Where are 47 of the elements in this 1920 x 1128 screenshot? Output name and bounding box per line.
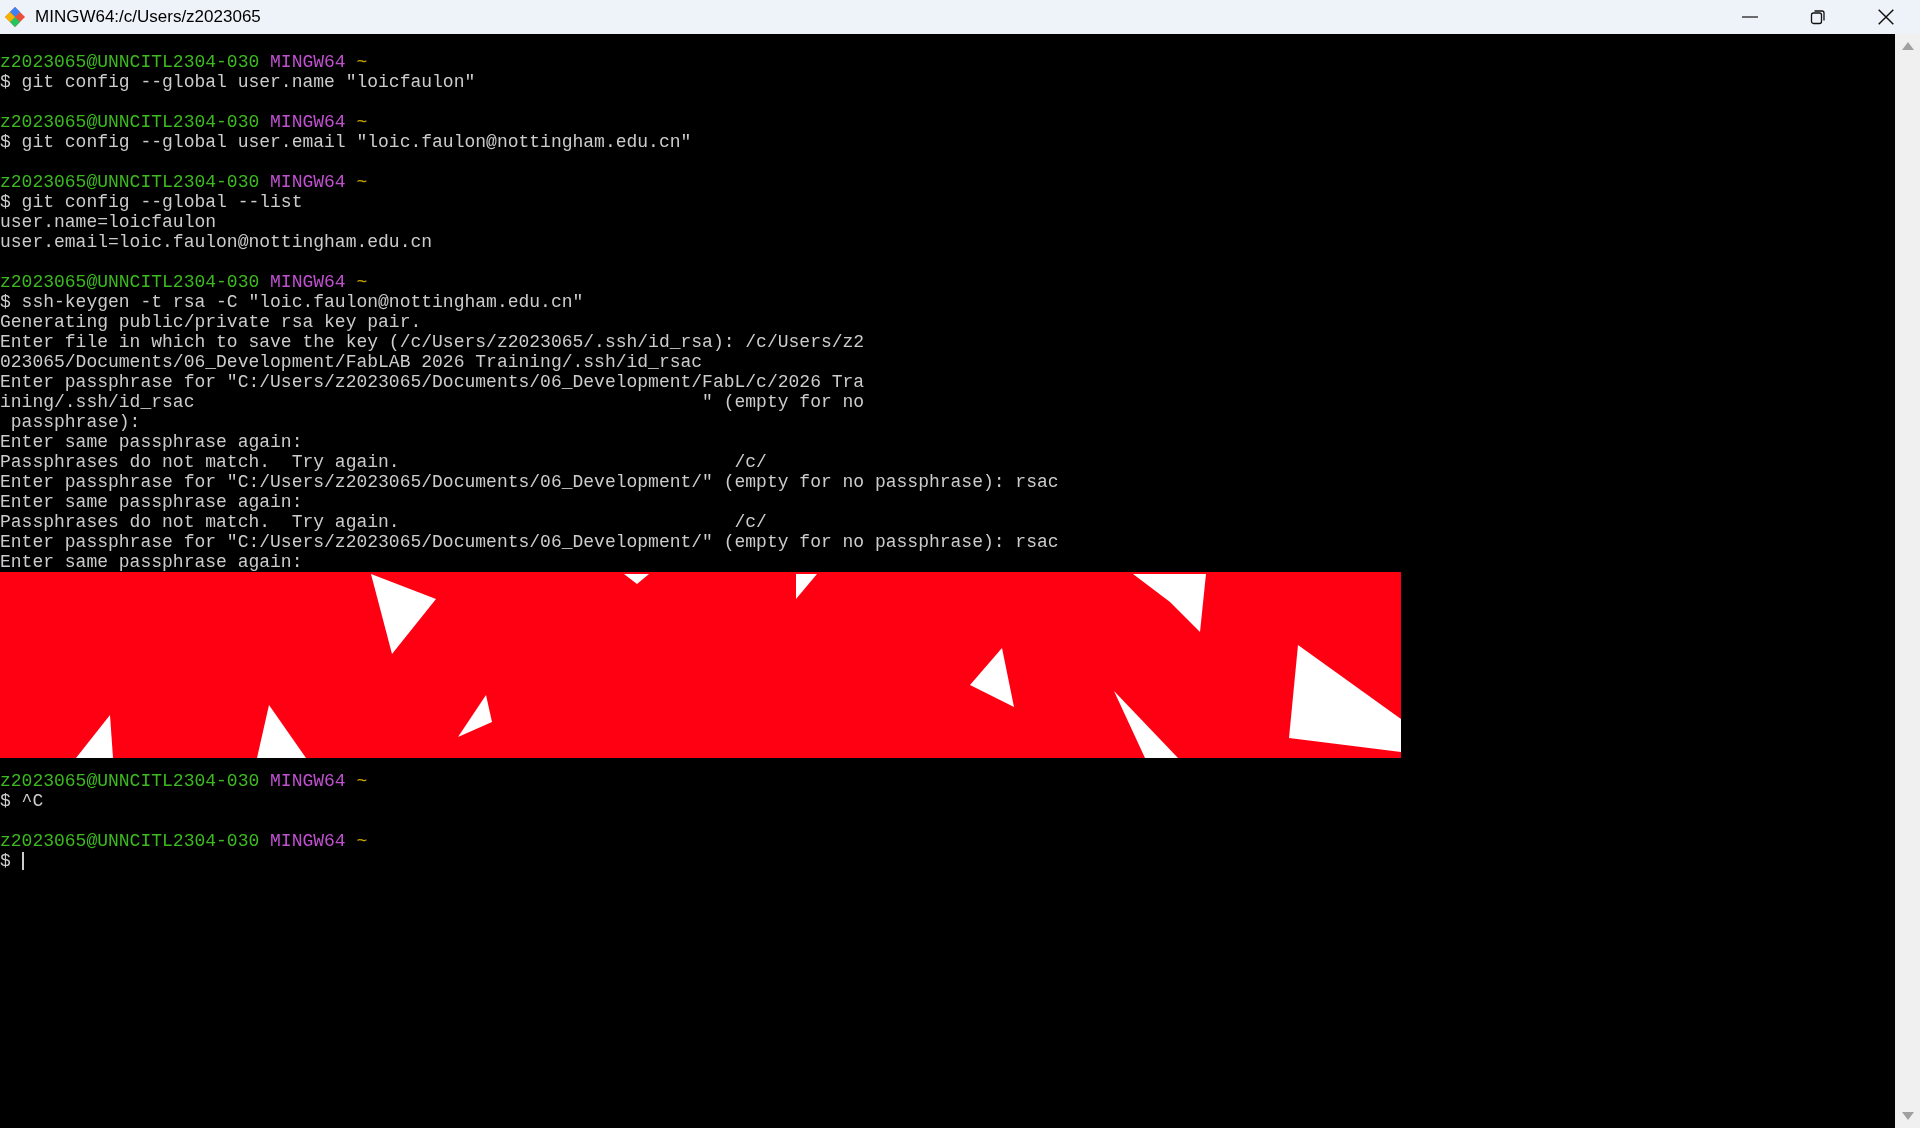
terminal-line: $ ssh-keygen -t rsa -C "loic.faulon@nottingham.edu.cn": [0, 292, 584, 312]
terminal-line: Passphrases do not match. Try again. /c/: [0, 452, 767, 472]
scroll-down-icon[interactable]: [1901, 1112, 1914, 1120]
terminal-input-line[interactable]: $: [0, 851, 22, 871]
prompt-shell: MINGW64: [270, 52, 346, 72]
prompt-user-host: z2023065@UNNCITL2304-030: [0, 272, 260, 292]
terminal-line: user.name=loicfaulon: [0, 212, 217, 232]
prompt-shell: MINGW64: [270, 771, 346, 791]
minimize-icon: [1742, 16, 1758, 18]
window-title: MINGW64:/c/Users/z2023065: [35, 6, 261, 29]
prompt-user-host: z2023065@UNNCITL2304-030: [0, 52, 260, 72]
scrollbar[interactable]: [1895, 34, 1920, 1128]
terminal-line: Enter same passphrase again:: [0, 492, 303, 512]
prompt-user-host: z2023065@UNNCITL2304-030: [0, 112, 260, 132]
prompt-path: ~: [356, 172, 368, 192]
prompt-user-host: z2023065@UNNCITL2304-030: [0, 771, 260, 791]
prompt-path: ~: [356, 831, 368, 851]
prompt-path: ~: [356, 112, 368, 132]
prompt-path: ~: [356, 771, 368, 791]
terminal-line: Generating public/private rsa key pair.: [0, 312, 422, 332]
prompt-path: ~: [356, 272, 368, 292]
prompt-path: ~: [356, 52, 368, 72]
terminal-line: ining/.ssh/id_rsac " (empty for no: [0, 392, 865, 412]
restore-icon: [1810, 9, 1826, 25]
terminal-line: $ git config --global user.name "loicfaulon": [0, 72, 476, 92]
prompt-user-host: z2023065@UNNCITL2304-030: [0, 172, 260, 192]
scroll-up-icon[interactable]: [1901, 42, 1914, 50]
terminal-line: $ ^C: [0, 791, 44, 811]
prompt-shell: MINGW64: [270, 272, 346, 292]
prompt-shell: MINGW64: [270, 831, 346, 851]
prompt-shell: MINGW64: [270, 172, 346, 192]
terminal-line: Enter passphrase for "C:/Users/z2023065/Documents/06_Development/FabL/c/2026 Tra: [0, 372, 865, 392]
terminal-line: user.email=loic.faulon@nottingham.edu.cn: [0, 232, 433, 252]
terminal-line: Enter same passphrase again:: [0, 432, 303, 452]
terminal-line: Passphrases do not match. Try again. /c/: [0, 512, 767, 532]
app-icon: [3, 5, 27, 29]
terminal-line: Enter passphrase for "C:/Users/z2023065/Documents/06_Development/" (empty for no passphrase): rsac: [0, 472, 1059, 492]
terminal-line: 023065/Documents/06_Development/FabLAB 2026 Training/.ssh/id_rsac: [0, 352, 703, 372]
terminal-line: Enter file in which to save the key (/c/Users/z2023065/.ssh/id_rsa): /c/Users/z2: [0, 332, 865, 352]
prompt-user-host: z2023065@UNNCITL2304-030: [0, 831, 260, 851]
terminal-line: $ git config --global user.email "loic.faulon@nottingham.edu.cn": [0, 132, 692, 152]
terminal-line: passphrase):: [9, 412, 141, 432]
close-icon: [1877, 8, 1895, 26]
prompt-shell: MINGW64: [270, 112, 346, 132]
terminal-line: Enter passphrase for "C:/Users/z2023065/Documents/06_Development/" (empty for no passphrase): rsac: [0, 532, 1059, 552]
terminal-line: Enter same passphrase again:: [0, 552, 303, 572]
terminal-line: $ git config --global --list: [0, 192, 303, 212]
